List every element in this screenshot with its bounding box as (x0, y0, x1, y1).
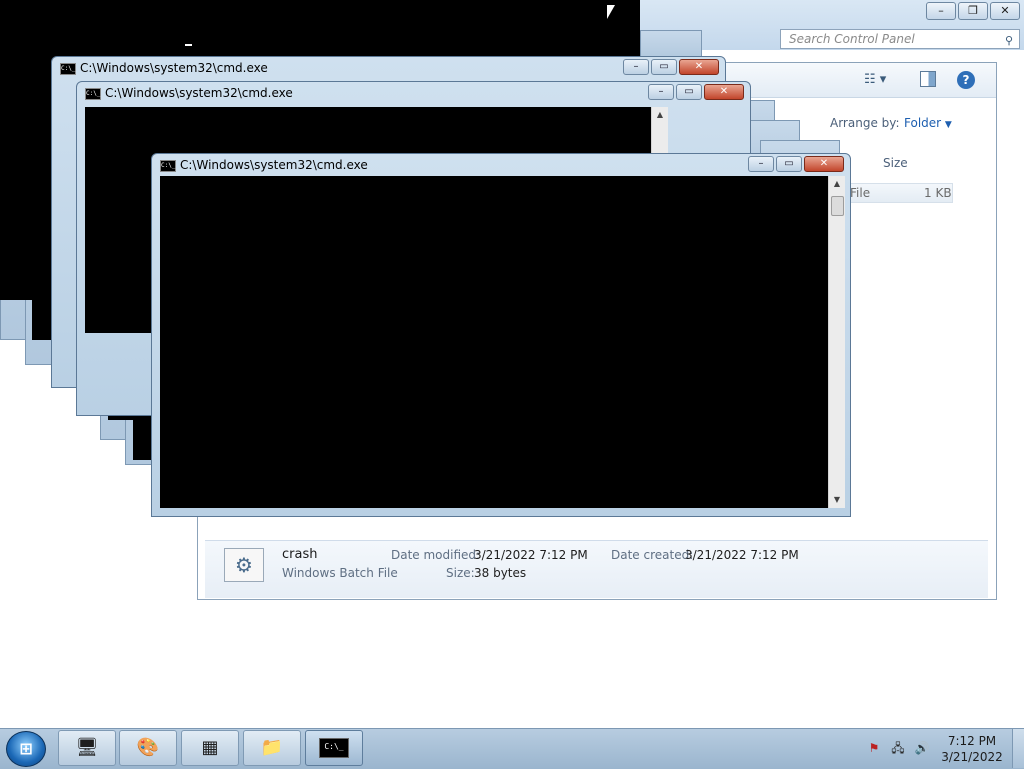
details-file-type: Windows Batch File (282, 566, 398, 580)
date-created-label: Date created: (611, 548, 694, 562)
cmd-window-active[interactable]: C:\_ C:\Windows\system32\cmd.exe – ▭ ✕ ▲… (151, 153, 851, 517)
date-modified-label: Date modified: (391, 548, 481, 562)
search-icon[interactable]: ⚲ (1005, 32, 1013, 50)
scroll-up-icon[interactable]: ▲ (829, 176, 845, 192)
maximize-button[interactable]: ▭ (651, 59, 677, 75)
taskbar-explorer-button[interactable]: 📁 (243, 730, 301, 766)
console-icon: C:\_ (160, 160, 176, 172)
cmd-titlebar[interactable]: C:\_ C:\Windows\system32\cmd.exe – ▭ ✕ (52, 57, 725, 79)
console-output-area (32, 300, 52, 340)
view-options-icon[interactable]: ☷ ▾ (864, 72, 886, 87)
cmd-window-title: C:\Windows\system32\cmd.exe (80, 61, 268, 75)
cmd-caption-buttons: – ▭ ✕ (746, 156, 844, 172)
cmd-window-title: C:\Windows\system32\cmd.exe (105, 86, 293, 100)
date-modified-value: 3/21/2022 7:12 PM (474, 548, 588, 562)
taskbar-cmd-button[interactable]: C:\_ (305, 730, 363, 766)
taskbar-paint-button[interactable]: 🎨 (119, 730, 177, 766)
search-placeholder: Search Control Panel (789, 32, 915, 46)
minimize-button[interactable]: – (648, 84, 674, 100)
close-button[interactable]: ✕ (804, 156, 844, 172)
command-prompt-icon: C:\_ (319, 738, 349, 758)
remote-desktop-icon: 🖥 (75, 737, 99, 758)
folder-icon: 📁 (260, 737, 284, 758)
cmd-caption-buttons: – ▭ ✕ (621, 59, 719, 75)
cmd-titlebar[interactable]: C:\_ C:\Windows\system32\cmd.exe – ▭ ✕ (77, 82, 750, 104)
console-cursor (185, 44, 192, 46)
column-header-size[interactable]: Size (883, 156, 908, 170)
chevron-down-icon: ▼ (944, 120, 952, 130)
console-icon: C:\_ (85, 88, 101, 100)
console-output-area[interactable] (160, 176, 828, 508)
show-desktop-button[interactable] (1012, 729, 1024, 768)
paint-palette-icon: 🎨 (136, 737, 160, 758)
minimize-button[interactable]: – (623, 59, 649, 75)
maximize-button[interactable]: ▭ (776, 156, 802, 172)
vertical-scrollbar[interactable]: ▲ ▼ (828, 176, 845, 508)
cmd-caption-buttons: – ▭ ✕ (646, 84, 744, 100)
scroll-thumb[interactable] (831, 196, 844, 216)
date-created-value: 3/21/2022 7:12 PM (685, 548, 799, 562)
control-panel-icon: ▦ (201, 737, 219, 758)
minimize-button[interactable]: – (926, 2, 956, 20)
cmd-titlebar[interactable]: C:\_ C:\Windows\system32\cmd.exe – ▭ ✕ (152, 154, 850, 176)
size-label: Size: (446, 566, 475, 580)
mouse-pointer-icon (607, 5, 615, 19)
details-file-name: crash (282, 547, 318, 562)
scroll-down-icon[interactable]: ▼ (829, 492, 845, 508)
preview-pane-icon[interactable] (920, 71, 936, 87)
file-type-cell: File (850, 186, 871, 200)
start-button[interactable]: ⊞ (6, 731, 46, 767)
scroll-up-icon[interactable]: ▲ (652, 107, 668, 123)
file-size-cell: 1 KB (924, 186, 952, 200)
action-center-flag-icon[interactable]: ⚑ (866, 740, 882, 756)
close-button[interactable]: ✕ (704, 84, 744, 100)
batch-file-icon: ⚙ (224, 548, 264, 582)
system-clock[interactable]: 7:12 PM 3/21/2022 (940, 733, 1004, 765)
taskbar-control-panel-button[interactable]: ▦ (181, 730, 239, 766)
close-button[interactable]: ✕ (990, 2, 1020, 20)
close-button[interactable]: ✕ (679, 59, 719, 75)
arrange-by-dropdown[interactable]: Folder ▼ (904, 116, 952, 130)
arrange-by-label: Arrange by: (830, 116, 900, 130)
arrange-by-value: Folder (904, 116, 942, 130)
size-value: 38 bytes (474, 566, 527, 580)
clock-date: 3/21/2022 (941, 750, 1003, 764)
clock-time: 7:12 PM (947, 734, 997, 748)
explorer-caption-buttons: – ❐ ✕ (924, 2, 1020, 20)
restore-button[interactable]: ❐ (958, 2, 988, 20)
minimize-button[interactable]: – (748, 156, 774, 172)
network-icon[interactable]: 🖧 (890, 740, 906, 756)
console-icon: C:\_ (60, 63, 76, 75)
volume-icon[interactable]: 🔊 (914, 740, 930, 756)
help-icon[interactable]: ? (957, 71, 975, 89)
maximize-button[interactable]: ▭ (676, 84, 702, 100)
cmd-window-title: C:\Windows\system32\cmd.exe (180, 158, 368, 172)
taskbar-remote-desktop-button[interactable]: 🖥 (58, 730, 116, 766)
search-input[interactable]: Search Control Panel ⚲ (780, 29, 1020, 49)
